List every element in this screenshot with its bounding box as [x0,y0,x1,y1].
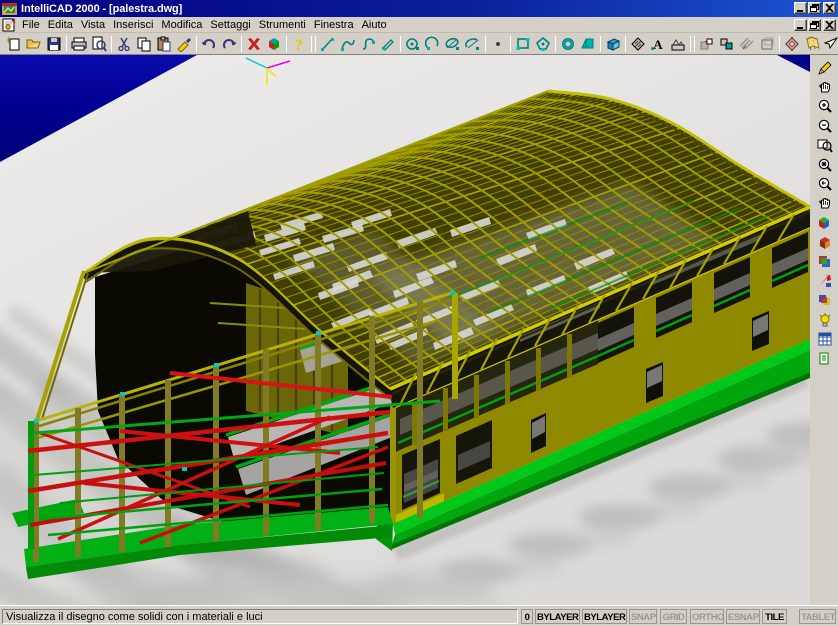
svg-text:A: A [653,37,663,52]
svg-text:?: ? [295,37,303,52]
